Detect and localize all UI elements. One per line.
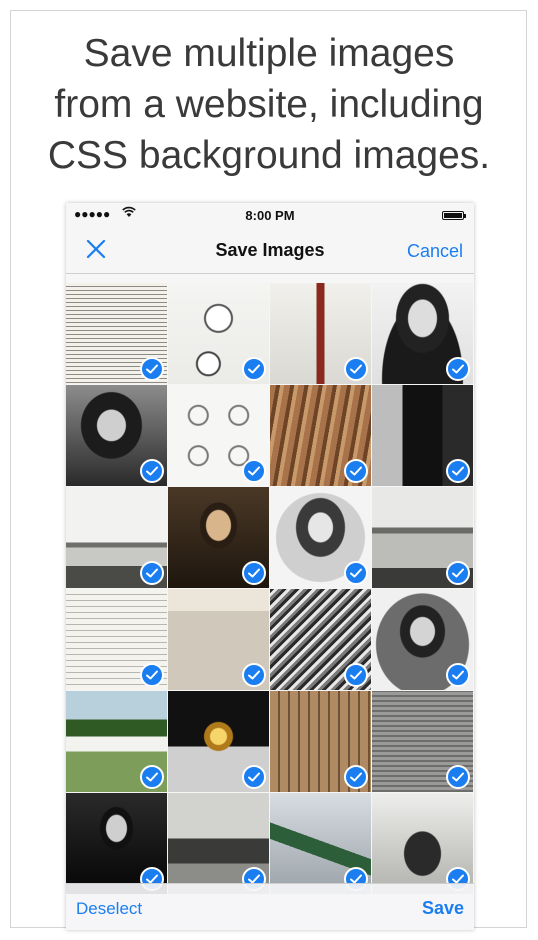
checkmark-icon[interactable]	[140, 357, 164, 381]
checkmark-icon[interactable]	[446, 765, 470, 789]
image-thumbnail-electric-discharge[interactable]	[270, 589, 371, 690]
save-button[interactable]: Save	[422, 898, 464, 919]
image-thumbnail-seated-man[interactable]	[66, 793, 167, 894]
image-thumbnail-patent-diagram[interactable]	[168, 283, 269, 384]
checkmark-icon[interactable]	[344, 357, 368, 381]
bottom-toolbar: Deselect Save	[66, 883, 474, 930]
checkmark-icon[interactable]	[344, 459, 368, 483]
image-thumbnail-painted-portrait[interactable]	[168, 487, 269, 588]
image-thumbnail-oval-portrait[interactable]	[372, 589, 473, 690]
checkmark-icon[interactable]	[446, 357, 470, 381]
image-thumbnail-dark-gate[interactable]	[372, 385, 473, 486]
image-thumbnail-laboratory-scene[interactable]	[372, 487, 473, 588]
checkmark-icon[interactable]	[140, 459, 164, 483]
image-thumbnail-text-page[interactable]	[66, 283, 167, 384]
checkmark-icon[interactable]	[140, 765, 164, 789]
image-thumbnail-white-house-field[interactable]	[66, 691, 167, 792]
image-thumbnail-golden-sphere[interactable]	[168, 691, 269, 792]
checkmark-icon[interactable]	[242, 459, 266, 483]
image-thumbnail-manuscript-page[interactable]	[66, 589, 167, 690]
image-thumbnail-portrait[interactable]	[372, 283, 473, 384]
phone-screen: ●●●●● 8:00 PM Save Images Cancel Deselec…	[66, 203, 474, 930]
checkmark-icon[interactable]	[242, 561, 266, 585]
image-thumbnail-coil-machine[interactable]	[372, 793, 473, 894]
navigation-bar: Save Images Cancel	[66, 227, 474, 274]
image-thumbnail-apparatus[interactable]	[270, 283, 371, 384]
checkmark-icon[interactable]	[140, 663, 164, 687]
image-thumbnail-water-surface[interactable]	[372, 691, 473, 792]
deselect-button[interactable]: Deselect	[76, 899, 142, 919]
image-thumbnail-wardenclyffe-tower[interactable]	[66, 487, 167, 588]
headline-line-1: Save multiple images	[83, 32, 455, 75]
checkmark-icon[interactable]	[446, 663, 470, 687]
status-bar: ●●●●● 8:00 PM	[66, 203, 474, 227]
checkmark-icon[interactable]	[242, 357, 266, 381]
image-thumbnail-building-facade[interactable]	[270, 691, 371, 792]
image-thumbnail-portrait-hand-on-chin[interactable]	[66, 385, 167, 486]
image-thumbnail-lab-equipment[interactable]	[168, 793, 269, 894]
checkmark-icon[interactable]	[446, 459, 470, 483]
checkmark-icon[interactable]	[242, 663, 266, 687]
image-thumbnail-time-magazine-cover[interactable]	[168, 589, 269, 690]
marketing-headline: Save multiple images from a website, inc…	[0, 28, 538, 181]
checkmark-icon[interactable]	[344, 561, 368, 585]
status-time: 8:00 PM	[245, 208, 295, 223]
checkmark-icon[interactable]	[242, 765, 266, 789]
checkmark-icon[interactable]	[140, 561, 164, 585]
cancel-button[interactable]: Cancel	[407, 241, 463, 262]
image-thumbnail-bearded-portrait[interactable]	[270, 487, 371, 588]
headline-line-3: CSS background images.	[47, 134, 491, 177]
checkmark-icon[interactable]	[446, 561, 470, 585]
image-thumbnail-patent-sheet[interactable]	[168, 385, 269, 486]
image-thumbnail-street-sign[interactable]	[270, 793, 371, 894]
checkmark-icon[interactable]	[344, 765, 368, 789]
headline-line-2: from a website, including	[54, 83, 484, 126]
checkmark-icon[interactable]	[344, 663, 368, 687]
image-thumbnail-scarf-garment[interactable]	[270, 385, 371, 486]
battery-icon	[442, 211, 466, 220]
